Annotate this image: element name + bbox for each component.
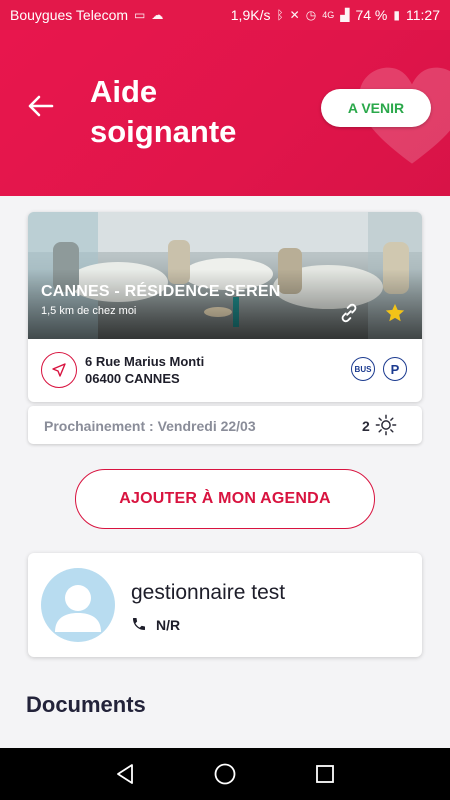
alarm-icon: ◷ <box>305 8 317 22</box>
event-photo: CANNES - RÉSIDENCE SEREN 1,5 km de chez … <box>28 212 422 339</box>
mute-icon: ✕ <box>289 8 300 22</box>
bluetooth-icon: ᛒ <box>276 8 284 22</box>
battery-icon: ▮ <box>393 8 400 22</box>
event-card[interactable]: CANNES - RÉSIDENCE SEREN 1,5 km de chez … <box>28 212 422 402</box>
star-icon[interactable] <box>384 302 406 324</box>
avatar <box>41 568 115 642</box>
add-to-agenda-button[interactable]: AJOUTER À MON AGENDA <box>75 469 375 529</box>
documents-heading: Documents <box>26 692 146 717</box>
manager-phone: N/R <box>156 617 181 633</box>
nav-recent-apps-icon[interactable] <box>315 764 335 784</box>
manager-card[interactable]: gestionnaire test N/R <box>28 553 422 657</box>
battery-level: 74 % <box>355 7 388 23</box>
event-title: CANNES - RÉSIDENCE SEREN <box>41 283 281 300</box>
network-speed: 1,9K/s <box>230 7 271 23</box>
user-icon <box>55 585 101 632</box>
event-distance: 1,5 km de chez moi <box>41 305 137 317</box>
sim-icon: ▭ <box>134 8 146 22</box>
sun-icon <box>375 414 397 436</box>
carrier-name: Bouygues Telecom <box>10 7 129 23</box>
arrow-left-icon <box>28 95 54 117</box>
address-city: 06400 CANNES <box>85 371 180 386</box>
upcoming-label: Prochainement : Vendredi 22/03 <box>44 418 256 434</box>
nav-home-icon[interactable] <box>213 762 237 786</box>
navigation-icon <box>52 363 66 377</box>
upcoming-filter-button[interactable]: A VENIR <box>321 89 431 127</box>
upcoming-count: 2 <box>362 418 370 434</box>
back-button[interactable] <box>24 90 56 122</box>
page-title: Aide soignante <box>90 74 237 149</box>
header: Aide soignante A VENIR <box>0 30 450 196</box>
network-type: 4G <box>322 10 335 20</box>
address-street: 6 Rue Marius Monti <box>85 354 205 369</box>
photo-shade <box>28 269 422 339</box>
navigate-button[interactable] <box>41 352 77 388</box>
phone-icon[interactable] <box>131 616 147 632</box>
manager-name: gestionnaire test <box>131 581 286 604</box>
bus-icon: BUS <box>351 357 375 381</box>
clock: 11:27 <box>406 7 440 23</box>
signal-icon: ▟ <box>340 8 350 22</box>
system-navigation-bar <box>0 748 450 800</box>
address-row: 6 Rue Marius Monti 06400 CANNES BUS P <box>28 339 422 402</box>
nav-back-icon[interactable] <box>114 762 136 786</box>
status-bar: Bouygues Telecom ▭ ☁ 1,9K/s ᛒ ✕ ◷ 4G ▟ 7… <box>0 0 450 30</box>
upcoming-bar: Prochainement : Vendredi 22/03 2 <box>28 406 422 444</box>
link-icon[interactable] <box>338 302 360 324</box>
cloud-icon: ☁ <box>151 8 164 22</box>
parking-icon: P <box>383 357 407 381</box>
